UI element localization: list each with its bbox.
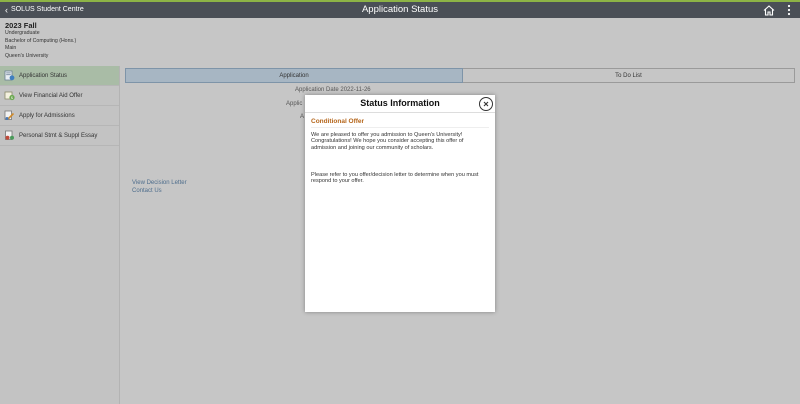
sidebar-item-label: Apply for Admissions: [19, 112, 75, 119]
application-date-value: 2022-11-26: [340, 87, 371, 93]
svg-text:$: $: [11, 96, 13, 100]
status-heading: Conditional Offer: [311, 118, 365, 125]
application-status-icon: [4, 70, 15, 81]
sidebar-item-label: Personal Stmt & Suppl Essay: [19, 132, 98, 139]
page-title: Application Status: [361, 4, 439, 15]
sidebar-item-label: View Financial Aid Offer: [19, 92, 83, 99]
status-divider: [311, 127, 489, 128]
institution-label: Queen's University: [5, 52, 49, 59]
financial-aid-icon: $: [4, 91, 15, 101]
home-icon[interactable]: [763, 5, 775, 16]
modal-divider: [305, 112, 495, 113]
close-icon: [483, 101, 489, 107]
modal-title: Status Information: [360, 98, 440, 108]
sidebar-item-personal-statement[interactable]: Personal Stmt & Suppl Essay: [0, 126, 119, 146]
personal-statement-icon: [5, 130, 14, 140]
apply-admissions-icon: [4, 110, 15, 120]
partial-field-label: Applic: [286, 101, 303, 107]
application-date-row: Application Date 2022-11-26: [295, 87, 371, 93]
term-label: 2023 Fall: [5, 21, 37, 30]
application-date-label: Application Date: [295, 87, 339, 93]
sidebar: Application Status $ View Financial Aid …: [0, 66, 120, 404]
sidebar-item-application-status[interactable]: Application Status: [0, 66, 119, 86]
partial-field-label: A: [300, 114, 305, 120]
status-message-1: We are pleased to offer you admission to…: [311, 132, 464, 151]
view-decision-letter-link[interactable]: View Decision Letter: [132, 180, 187, 186]
contact-us-link[interactable]: Contact Us: [132, 188, 162, 194]
campus-label: Main: [5, 45, 17, 51]
sidebar-item-financial-aid[interactable]: $ View Financial Aid Offer: [0, 86, 119, 106]
student-context: 2023 Fall Undergraduate Bachelor of Comp…: [5, 21, 76, 60]
sidebar-item-apply-admissions[interactable]: Apply for Admissions: [0, 106, 119, 126]
kebab-menu-icon[interactable]: [787, 4, 791, 16]
tab-to-do-list[interactable]: To Do List: [463, 68, 795, 83]
program-label: Bachelor of Computing (Hons.): [5, 37, 77, 44]
status-message-2: Please refer to you offer/decision lette…: [311, 172, 479, 185]
status-information-modal: Status Information Conditional Offer We …: [305, 95, 495, 312]
tab-application[interactable]: Application: [125, 68, 463, 83]
top-banner: ‹ SOLUS Student Centre Application Statu…: [0, 2, 800, 18]
tab-bar: Application To Do List: [125, 68, 795, 83]
career-label: Undergraduate: [5, 30, 40, 36]
close-button[interactable]: [479, 97, 493, 111]
sidebar-item-label: Application Status: [19, 72, 68, 79]
